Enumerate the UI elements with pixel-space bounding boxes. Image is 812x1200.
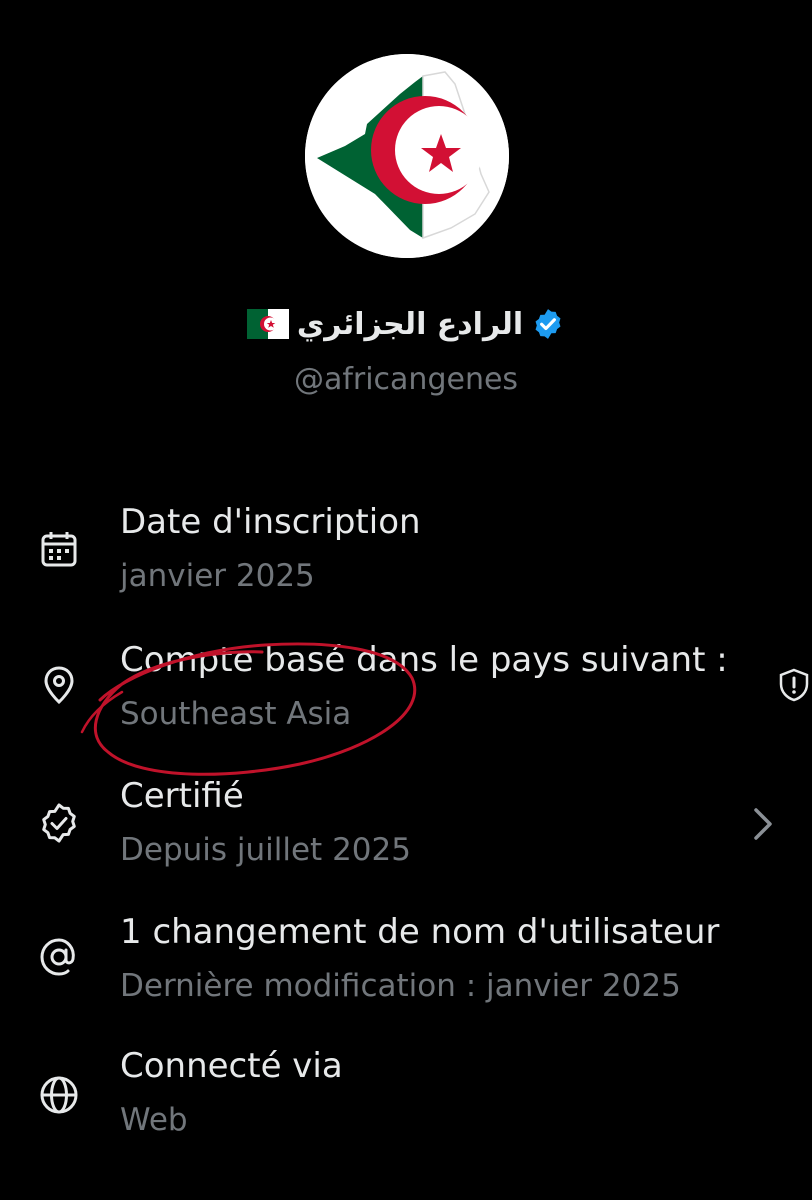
verified-badge-icon[interactable] [531,307,565,341]
profile-avatar[interactable] [305,54,509,258]
info-row-join-date: Date d'inscription janvier 2025 [0,502,812,612]
info-row-title: Certifié [120,776,244,816]
shield-alert-icon[interactable] [778,668,810,702]
info-row-subtitle: Southeast Asia [120,696,352,732]
profile-handle: @africangenes [293,362,519,397]
info-row-subtitle: Dernière modification : janvier 2025 [120,968,681,1004]
info-row-subtitle: Depuis juillet 2025 [120,832,411,868]
calendar-icon [38,528,80,570]
info-row-subtitle: janvier 2025 [120,558,315,594]
info-row-title: Connecté via [120,1046,343,1086]
info-row-connected-via: Connecté via Web [0,1046,812,1156]
at-sign-icon [38,936,80,978]
display-name: الرادع الجزائري [296,306,524,342]
chevron-right-icon[interactable] [748,804,778,844]
info-row-title: Compte basé dans le pays suivant : [120,640,728,680]
info-row-certified[interactable]: Certifié Depuis juillet 2025 [0,776,812,886]
location-pin-icon [38,664,80,706]
name-row: الرادع الجزائري [0,298,812,350]
algeria-flag-emoji-icon [246,309,289,339]
info-row-account-country: Compte basé dans le pays suivant : South… [0,640,812,750]
globe-icon [38,1074,80,1116]
verified-seal-icon [38,802,80,844]
info-row-title: 1 changement de nom d'utilisateur [120,912,720,952]
algeria-map-flag-image [305,54,509,258]
info-row-title: Date d'inscription [120,502,421,542]
info-row-username-changes: 1 changement de nom d'utilisateur Derniè… [0,912,812,1022]
info-row-subtitle: Web [120,1102,188,1138]
